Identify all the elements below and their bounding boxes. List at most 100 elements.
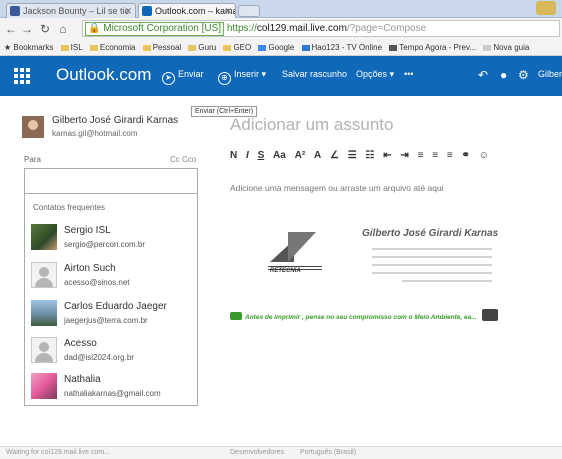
bookmark-item[interactable]: Hao123 - TV Online [301, 40, 382, 55]
font-button[interactable]: Aa [273, 150, 286, 161]
signature-detail [372, 256, 492, 258]
insert-button[interactable]: ⊕ Inserir ▾ [218, 69, 266, 85]
logo-text: RETECNIA [270, 268, 301, 274]
company-logo: RETECNIA [266, 232, 328, 274]
sender-name: Gilberto José Girardi Karnas [52, 115, 179, 126]
font-size-button[interactable]: A² [295, 150, 306, 161]
tab-label: Jackson Bounty – Lil se tic [23, 6, 130, 16]
language-link[interactable]: Português (Brasil) [300, 447, 356, 459]
bookmark-item[interactable]: Nova guia [483, 40, 529, 55]
folder-icon [188, 45, 197, 51]
status-bar: Waiting for col129.mail.live.com... Dese… [0, 446, 562, 459]
avatar [31, 224, 57, 250]
align-right-button[interactable]: ≡ [447, 150, 453, 161]
folder-icon [142, 45, 151, 51]
bookmark-item[interactable]: Tempo Agora - Prev... [389, 40, 476, 55]
gear-icon[interactable]: ⚙ [518, 68, 529, 82]
highlight-button[interactable]: A [314, 150, 321, 161]
send-button[interactable]: ➤ Enviar [162, 69, 204, 85]
close-icon[interactable]: ✕ [124, 4, 132, 18]
brand-title[interactable]: Outlook.com [56, 65, 151, 85]
message-body[interactable]: Adicione uma mensagem ou arraste um arqu… [230, 183, 444, 193]
forward-icon[interactable]: → [20, 21, 34, 37]
bold-button[interactable]: N [230, 150, 237, 161]
url-field[interactable]: 🔒 Microsoft Corporation [US] https://col… [82, 20, 560, 37]
options-button[interactable]: Opções ▾ [356, 69, 394, 80]
contact-name: Acesso [64, 338, 97, 349]
app-launcher-icon[interactable] [14, 68, 30, 84]
help-icon[interactable]: ● [500, 68, 507, 82]
to-label: Para [24, 155, 41, 164]
more-button[interactable]: ••• [404, 69, 413, 79]
bookmark-item[interactable]: Guru [188, 40, 216, 55]
italic-button[interactable]: I [246, 150, 249, 161]
bookmark-item[interactable]: Pessoal [142, 40, 181, 55]
facebook-icon [10, 6, 20, 16]
outdent-button[interactable]: ⇤ [383, 150, 391, 161]
tab-outlook[interactable]: Outlook.com – kamas.girl ✕ [138, 3, 236, 18]
tv-icon [301, 45, 310, 51]
home-icon[interactable]: ⌂ [56, 21, 70, 37]
reload-icon[interactable]: ↻ [38, 21, 52, 37]
status-text: Waiting for col129.mail.live.com... [6, 449, 110, 456]
signature-name: Gilberto José Girardi Karnas [362, 228, 499, 239]
url-host: col129.mail.live.com [256, 23, 347, 34]
contact-item[interactable]: Carlos Eduardo Jaeger jaegerjus@terra.co… [25, 300, 197, 336]
cc-bcc-link[interactable]: Cc Cco [170, 155, 196, 164]
formatting-toolbar: N I S Aa A² A ∠ ☰ ☷ ⇤ ⇥ ≡ ≡ ≡ ⚭ ☺ [230, 150, 495, 164]
emoji-button[interactable]: ☺ [479, 150, 489, 161]
avatar [31, 373, 57, 399]
bookmark-item[interactable]: GEO [223, 40, 251, 55]
new-tab-button[interactable] [238, 5, 260, 17]
font-color-button[interactable]: ∠ [330, 150, 339, 161]
contact-name: Airton Such [64, 263, 116, 274]
address-bar: ← → ↻ ⌂ 🔒 Microsoft Corporation [US] htt… [0, 18, 562, 40]
bookmark-item[interactable]: ISL [60, 40, 83, 55]
contact-email: sergio@percon.com.br [64, 240, 146, 249]
subject-field[interactable]: Adicionar um assunto [230, 115, 393, 135]
align-left-button[interactable]: ≡ [418, 150, 424, 161]
contact-email: acesso@sinos.net [64, 278, 130, 287]
bookmark-item[interactable]: ★ Bookmarks [4, 40, 53, 55]
folder-icon [89, 45, 98, 51]
indent-button[interactable]: ⇥ [400, 150, 408, 161]
developers-link[interactable]: Desenvolvedores [230, 447, 284, 459]
back-icon[interactable]: ← [4, 21, 18, 37]
align-center-button[interactable]: ≡ [432, 150, 438, 161]
weather-icon [389, 45, 398, 51]
outlook-icon [142, 6, 152, 16]
to-field[interactable] [24, 168, 198, 194]
sender-avatar [22, 116, 44, 138]
google-icon [258, 45, 267, 51]
numbering-button[interactable]: ☷ [365, 150, 374, 161]
avatar [31, 300, 57, 326]
recipients-pane: Gilberto José Girardi Karnas karnas.gil@… [0, 96, 214, 446]
tab-jackson[interactable]: Jackson Bounty – Lil se tic ✕ [6, 3, 136, 18]
link-button[interactable]: ⚭ [461, 150, 469, 161]
contact-name: Sergio ISL [64, 225, 111, 236]
profile-icon[interactable] [536, 1, 556, 15]
contact-item[interactable]: Acesso dad@isl2024.org.br [25, 337, 197, 373]
avatar [31, 337, 57, 363]
close-icon[interactable]: ✕ [224, 4, 232, 18]
tab-strip: Jackson Bounty – Lil se tic ✕ Outlook.co… [0, 0, 562, 18]
sender-email: karnas.gil@hotmail.com [52, 129, 138, 138]
contact-name: Carlos Eduardo Jaeger [64, 301, 167, 312]
contact-item[interactable]: Nathalia nathaliakarnas@gmail.com [25, 373, 197, 409]
undo-icon[interactable]: ↶ [478, 68, 488, 82]
underline-button[interactable]: S [258, 150, 265, 161]
contact-item[interactable]: Airton Such acesso@sinos.net [25, 262, 197, 298]
insert-icon: ⊕ [218, 72, 231, 85]
secure-badge: 🔒 Microsoft Corporation [US] [85, 22, 225, 36]
bookmark-item[interactable]: Google [258, 40, 294, 55]
printer-icon [230, 312, 242, 320]
bullets-button[interactable]: ☰ [348, 150, 357, 161]
bookmark-item[interactable]: Economia [89, 40, 135, 55]
outlook-header: Outlook.com ➤ Enviar ⊕ Inserir ▾ Salvar ra… [0, 56, 562, 96]
signature-detail [372, 264, 492, 266]
save-draft-button[interactable]: Salvar rascunho [282, 69, 347, 79]
send-icon: ➤ [162, 72, 175, 85]
contact-item[interactable]: Sergio ISL sergio@percon.com.br [25, 224, 197, 260]
browser-window: Jackson Bounty – Lil se tic ✕ Outlook.co… [0, 0, 562, 459]
user-name[interactable]: Gilbert [538, 69, 562, 79]
